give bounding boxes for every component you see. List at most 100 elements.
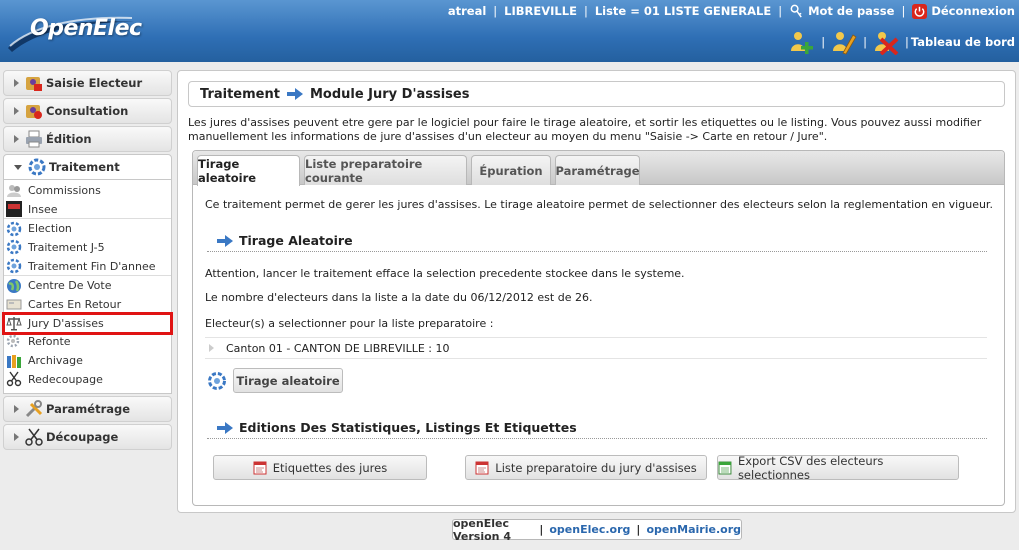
sidebar-section-consultation[interactable]: Consultation: [3, 98, 172, 124]
breadcrumb-section: Traitement: [200, 86, 280, 102]
chevron-right-icon: [14, 135, 19, 143]
sidebar-item-label: Traitement Fin D'annee: [28, 259, 156, 273]
canton-text: Canton 01 - CANTON DE LIBREVILLE : 10: [226, 341, 450, 355]
etiquettes-jures-button[interactable]: Etiquettes des jures: [213, 455, 427, 480]
sidebar-section-label: Édition: [46, 132, 92, 146]
logout-link[interactable]: Déconnexion: [912, 3, 1015, 19]
sidebar-item-label: Centre De Vote: [28, 279, 112, 293]
process-gear-icon: [28, 158, 46, 176]
key-icon: [790, 4, 802, 18]
scissors-icon: [6, 371, 22, 387]
sidebar-item-label: Jury D'assises: [28, 316, 104, 330]
sidebar-item-traitement-j5[interactable]: Traitement J-5: [4, 238, 171, 257]
button-label: Export CSV des electeurs selectionnes: [737, 453, 884, 482]
username: atreal: [447, 4, 487, 18]
openmairie-link[interactable]: openMairie.org: [646, 523, 741, 536]
section-title-editions: Editions Des Statistiques, Listings Et E…: [207, 417, 987, 439]
run-tirage-button[interactable]: Tirage aleatoire: [233, 368, 343, 393]
process-gear-icon: [6, 258, 22, 274]
tab-parametrage[interactable]: Paramétrage: [555, 155, 640, 185]
version-text: openElec Version 4: [453, 516, 511, 543]
canton-row: Canton 01 - CANTON DE LIBREVILLE : 10: [205, 337, 987, 359]
export-csv-button[interactable]: Export CSV des electeurs selectionnes: [717, 453, 959, 482]
sidebar-item-election[interactable]: Election: [4, 219, 171, 238]
tab-tirage-aleatoire[interactable]: Tirage aleatoire: [197, 155, 300, 186]
tab-liste-preparatoire[interactable]: Liste preparatoire courante: [304, 155, 467, 185]
scales-icon: [6, 317, 22, 331]
breadcrumb-page: Module Jury D'assises: [309, 86, 470, 102]
sidebar-item-jury-dassises[interactable]: Jury D'assises: [2, 311, 173, 335]
liste-preparatoire-button[interactable]: Liste preparatoire du jury d'assises: [465, 455, 707, 480]
commissions-icon: [7, 185, 21, 198]
section-title-label: Editions Des Statistiques, Listings Et E…: [239, 420, 577, 435]
archive-icon: [7, 354, 21, 368]
logout-label: Déconnexion: [931, 4, 1015, 18]
sidebar-item-commissions[interactable]: Commissions: [4, 181, 171, 200]
sidebar-section-label: Saisie Electeur: [46, 76, 143, 90]
selection-label: Electeur(s) a selectionner pour la liste…: [205, 317, 494, 330]
user-info-bar: atreal | LIBREVILLE | Liste = 01 LISTE G…: [447, 3, 1015, 19]
page-title: Traitement Module Jury D'assises: [188, 81, 1005, 107]
process-gear-icon: [6, 240, 22, 255]
sidebar-section-edition[interactable]: Édition: [3, 126, 172, 152]
sidebar-section-decoupage[interactable]: Découpage: [3, 423, 172, 450]
add-voter-icon[interactable]: [789, 29, 815, 55]
power-icon: [912, 3, 928, 19]
sidebar-section-saisie-electeur[interactable]: Saisie Electeur: [3, 70, 172, 96]
delete-voter-icon[interactable]: [873, 29, 899, 55]
sidebar-item-centre-de-vote[interactable]: Centre De Vote: [4, 276, 171, 295]
chevron-right-icon: [14, 107, 19, 115]
consultation-icon: [26, 105, 42, 119]
button-label: Etiquettes des jures: [272, 460, 388, 475]
refonte-gear-icon: [6, 334, 20, 348]
chevron-down-icon: [14, 164, 22, 170]
process-gear-icon: [208, 372, 226, 390]
arrow-right-icon: [217, 234, 233, 247]
sidebar-item-traitement-fin-annee[interactable]: Traitement Fin D'annee: [4, 257, 171, 276]
logo-text: OpenElec: [30, 16, 142, 41]
traitement-menu: Commissions Insee Election Traitement J-…: [2, 180, 173, 394]
sidebar-item-label: Refonte: [28, 335, 71, 349]
printer-icon: [26, 130, 42, 148]
sidebar-item-archivage[interactable]: Archivage: [4, 351, 171, 370]
warning-text: Attention, lancer le traitement efface l…: [205, 267, 685, 280]
treatment-description: Ce traitement permet de gerer les jures …: [205, 198, 993, 211]
chevron-right-icon: [14, 404, 19, 413]
sidebar-item-label: Archivage: [28, 354, 83, 368]
sidebar-item-label: Election: [28, 222, 72, 236]
csv-icon: [718, 461, 732, 474]
section-title-tirage: Tirage Aleatoire: [207, 230, 987, 252]
openelec-link[interactable]: openElec.org: [549, 523, 630, 536]
scissors-icon: [25, 428, 43, 446]
sidebar-item-refonte[interactable]: Refonte: [4, 333, 171, 352]
tabs-container: Tirage aleatoire Liste preparatoire cour…: [192, 150, 1005, 506]
tab-epuration[interactable]: Épuration: [471, 155, 551, 185]
pdf-icon: [253, 461, 267, 474]
sidebar-section-label: Découpage: [46, 429, 119, 444]
process-gear-icon: [6, 221, 22, 236]
openelec-logo[interactable]: OpenElec: [6, 8, 142, 54]
tools-icon: [25, 399, 43, 417]
sidebar-section-traitement[interactable]: Traitement: [3, 154, 172, 180]
sidebar-item-label: Cartes En Retour: [28, 297, 122, 311]
sidebar-section-parametrage[interactable]: Paramétrage: [3, 395, 172, 422]
sidebar-item-redecoupage[interactable]: Redecoupage: [4, 370, 171, 389]
dashboard-link[interactable]: Tableau de bord: [911, 35, 1015, 49]
globe-icon: [7, 278, 21, 293]
sidebar-section-label: Paramétrage: [46, 401, 131, 416]
password-link[interactable]: Mot de passe: [789, 4, 894, 19]
sidebar-item-label: Redecoupage: [28, 372, 103, 386]
toolbar: | | | Tableau de bord: [785, 28, 1015, 56]
sidebar-item-label: Traitement J-5: [28, 240, 105, 254]
edit-voter-icon[interactable]: [831, 29, 857, 55]
sidebar-item-label: Insee: [28, 202, 58, 216]
sidebar: Saisie Electeur Consultation Édition Tra…: [2, 70, 173, 452]
current-list: Liste = 01 LISTE GENERALE: [594, 4, 772, 18]
password-label: Mot de passe: [808, 4, 895, 18]
tabs-bar: Tirage aleatoire Liste preparatoire cour…: [193, 151, 1004, 186]
footer: openElec Version 4 | openElec.org | open…: [452, 516, 742, 543]
section-title-label: Tirage Aleatoire: [239, 233, 353, 248]
sidebar-item-cartes-en-retour[interactable]: Cartes En Retour: [4, 295, 171, 314]
sidebar-item-insee[interactable]: Insee: [4, 200, 171, 219]
arrow-right-icon: [217, 421, 233, 434]
